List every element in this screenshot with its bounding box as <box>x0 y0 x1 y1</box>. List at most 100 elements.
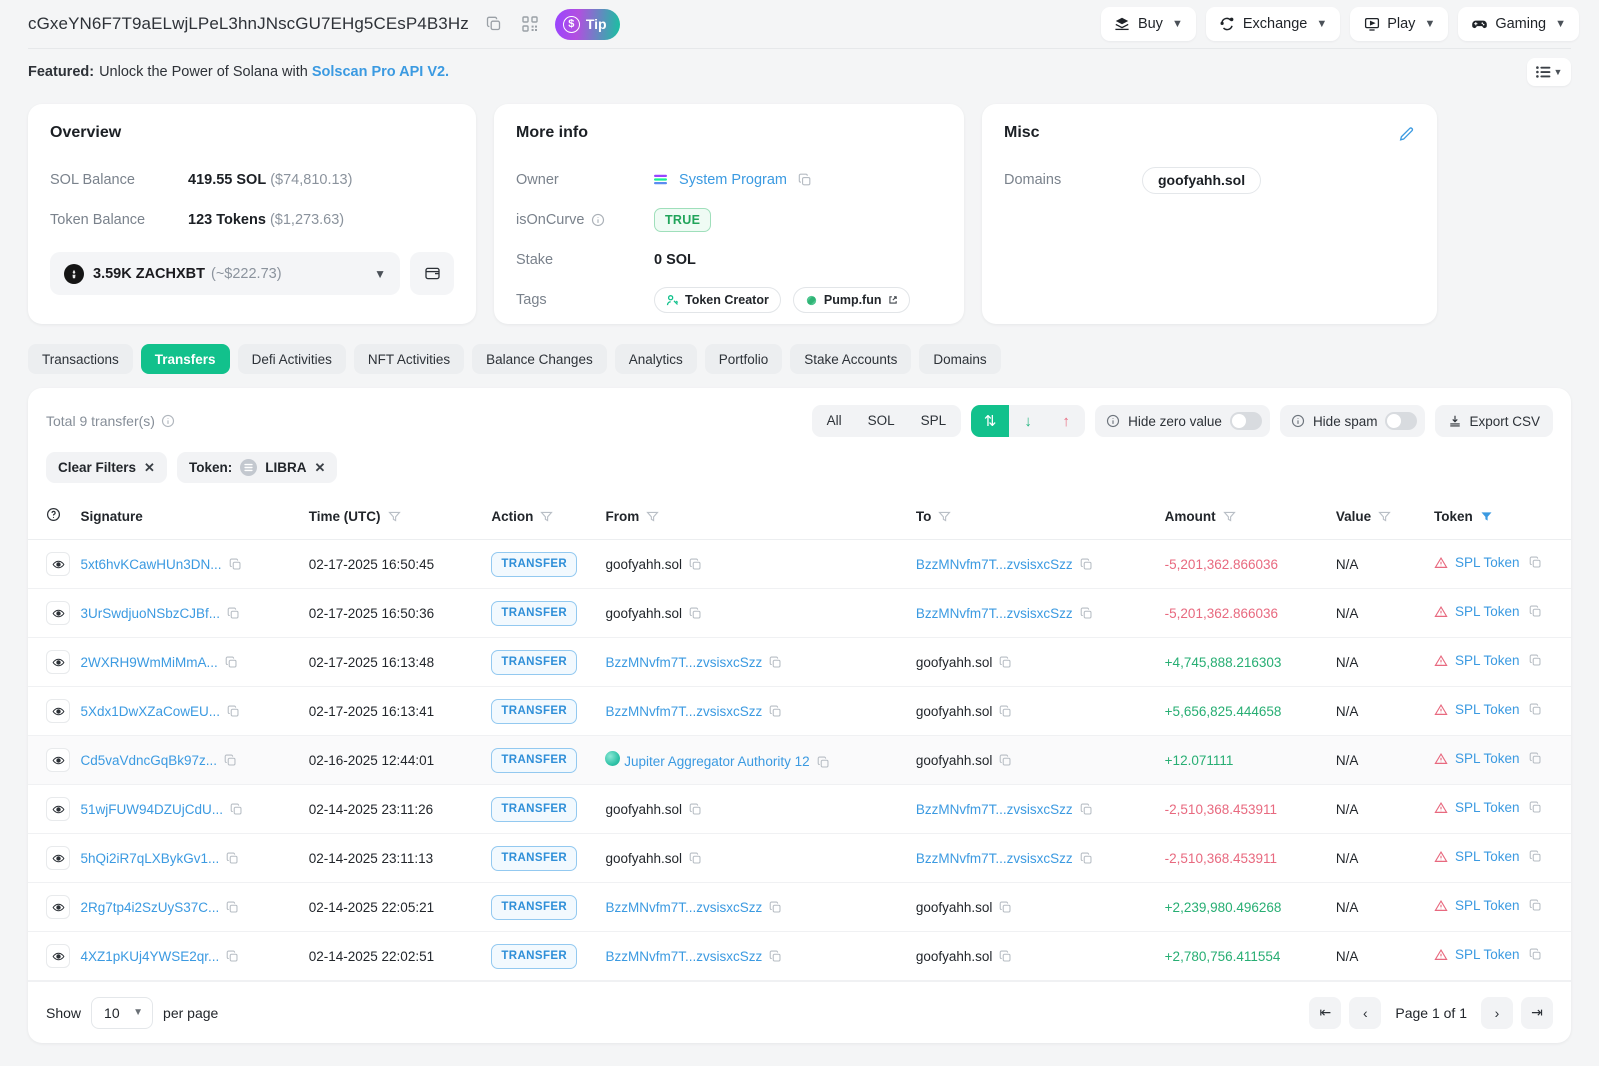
eye-icon[interactable] <box>46 699 70 723</box>
token-link[interactable]: SPL Token <box>1455 604 1520 619</box>
token-link[interactable]: SPL Token <box>1455 702 1520 717</box>
eye-icon[interactable] <box>46 846 70 870</box>
copy-icon[interactable] <box>225 656 238 669</box>
signature-link[interactable]: 5xt6hvKCawHUn3DN... <box>80 557 221 572</box>
info-icon[interactable] <box>591 213 605 227</box>
signature-link[interactable]: 2WXRH9WmMiMmA... <box>80 655 217 670</box>
nav-buy-button[interactable]: Buy ▼ <box>1101 7 1196 41</box>
copy-icon[interactable] <box>1529 948 1542 961</box>
copy-icon[interactable] <box>483 13 505 35</box>
owner-link[interactable]: System Program <box>679 172 787 188</box>
copy-icon[interactable] <box>224 754 237 767</box>
hide-spam-switch[interactable] <box>1385 412 1417 430</box>
per-page-select[interactable]: 10 ▼ <box>91 997 153 1029</box>
signature-link[interactable]: 5Xdx1DwXZaCowEU... <box>80 704 220 719</box>
first-page-button[interactable]: ⇤ <box>1309 997 1341 1029</box>
from-link[interactable]: BzzMNvfm7T...zvsisxcSzz <box>605 949 762 964</box>
from-link[interactable]: BzzMNvfm7T...zvsisxcSzz <box>605 704 762 719</box>
filter-icon[interactable] <box>646 510 659 523</box>
eye-icon[interactable] <box>46 797 70 821</box>
direction-all-button[interactable]: ⇅ <box>971 405 1009 437</box>
filter-all[interactable]: All <box>814 407 855 435</box>
to-link[interactable]: BzzMNvfm7T...zvsisxcSzz <box>916 557 1073 572</box>
hide-spam-toggle[interactable]: Hide spam <box>1280 405 1426 437</box>
copy-icon[interactable] <box>769 705 782 718</box>
domain-pill[interactable]: goofyahh.sol <box>1142 167 1261 194</box>
tab-stake-accounts[interactable]: Stake Accounts <box>790 344 911 374</box>
token-link[interactable]: SPL Token <box>1455 653 1520 668</box>
copy-icon[interactable] <box>689 852 702 865</box>
next-page-button[interactable]: › <box>1481 997 1513 1029</box>
eye-icon[interactable] <box>46 650 70 674</box>
token-link[interactable]: SPL Token <box>1455 898 1520 913</box>
tab-nft-activities[interactable]: NFT Activities <box>354 344 464 374</box>
copy-icon[interactable] <box>999 950 1012 963</box>
copy-icon[interactable] <box>226 901 239 914</box>
edit-icon[interactable] <box>1398 126 1415 143</box>
copy-icon[interactable] <box>230 803 243 816</box>
copy-icon[interactable] <box>1529 703 1542 716</box>
copy-icon[interactable] <box>817 756 830 769</box>
tag-pump-fun[interactable]: Pump.fun <box>793 287 910 313</box>
token-link[interactable]: SPL Token <box>1455 751 1520 766</box>
to-link[interactable]: BzzMNvfm7T...zvsisxcSzz <box>916 802 1073 817</box>
clear-filters-chip[interactable]: Clear Filters ✕ <box>46 452 167 483</box>
to-link[interactable]: BzzMNvfm7T...zvsisxcSzz <box>916 606 1073 621</box>
copy-icon[interactable] <box>226 950 239 963</box>
copy-icon[interactable] <box>999 705 1012 718</box>
direction-in-button[interactable]: ↓ <box>1009 405 1047 437</box>
tab-balance-changes[interactable]: Balance Changes <box>472 344 607 374</box>
eye-icon[interactable] <box>46 944 70 968</box>
copy-icon[interactable] <box>229 558 242 571</box>
copy-icon[interactable] <box>769 950 782 963</box>
signature-link[interactable]: 2Rg7tp4i2SzUyS37C... <box>80 900 219 915</box>
copy-icon[interactable] <box>1080 558 1093 571</box>
token-link[interactable]: SPL Token <box>1455 555 1520 570</box>
copy-icon[interactable] <box>226 852 239 865</box>
tab-portfolio[interactable]: Portfolio <box>705 344 783 374</box>
info-icon[interactable] <box>161 414 175 428</box>
tab-domains[interactable]: Domains <box>919 344 1000 374</box>
filter-icon[interactable] <box>540 510 553 523</box>
copy-icon[interactable] <box>769 901 782 914</box>
token-filter-chip[interactable]: Token: LIBRA ✕ <box>177 452 337 483</box>
export-csv-button[interactable]: Export CSV <box>1435 405 1553 437</box>
signature-link[interactable]: 51wjFUW94DZUjCdU... <box>80 802 223 817</box>
copy-icon[interactable] <box>1529 801 1542 814</box>
close-icon[interactable]: ✕ <box>314 460 325 476</box>
external-link-icon[interactable] <box>888 295 898 305</box>
signature-link[interactable]: 3UrSwdjuoNSbzCJBf... <box>80 606 220 621</box>
qr-code-icon[interactable] <box>519 13 541 35</box>
copy-icon[interactable] <box>1529 850 1542 863</box>
filter-icon[interactable] <box>1223 510 1236 523</box>
nav-gaming-button[interactable]: Gaming ▼ <box>1458 7 1579 41</box>
token-link[interactable]: SPL Token <box>1455 947 1520 962</box>
signature-link[interactable]: Cd5vaVdncGqBk97z... <box>80 753 217 768</box>
copy-icon[interactable] <box>227 705 240 718</box>
tag-token-creator[interactable]: Token Creator <box>654 287 781 313</box>
eye-icon[interactable] <box>46 601 70 625</box>
filter-sol[interactable]: SOL <box>855 407 908 435</box>
signature-link[interactable]: 4XZ1pKUj4YWSE2qr... <box>80 949 219 964</box>
tip-button[interactable]: $ Tip <box>555 9 620 40</box>
wallet-button[interactable] <box>410 252 454 295</box>
eye-icon[interactable] <box>46 748 70 772</box>
signature-link[interactable]: 5hQi2iR7qLXBykGv1... <box>80 851 219 866</box>
copy-icon[interactable] <box>1080 852 1093 865</box>
copy-icon[interactable] <box>1529 899 1542 912</box>
copy-icon[interactable] <box>1529 556 1542 569</box>
token-link[interactable]: SPL Token <box>1455 800 1520 815</box>
eye-icon[interactable] <box>46 552 70 576</box>
hide-zero-value-toggle[interactable]: Hide zero value <box>1095 405 1270 437</box>
prev-page-button[interactable]: ‹ <box>1349 997 1381 1029</box>
view-mode-toggle[interactable]: ▼ <box>1527 58 1571 86</box>
nav-play-button[interactable]: Play ▼ <box>1350 7 1448 41</box>
nav-exchange-button[interactable]: Exchange ▼ <box>1206 7 1340 41</box>
copy-icon[interactable] <box>798 173 812 187</box>
filter-spl[interactable]: SPL <box>908 407 960 435</box>
copy-icon[interactable] <box>1529 605 1542 618</box>
copy-icon[interactable] <box>689 803 702 816</box>
filter-icon[interactable] <box>938 510 951 523</box>
last-page-button[interactable]: ⇥ <box>1521 997 1553 1029</box>
eye-icon[interactable] <box>46 895 70 919</box>
